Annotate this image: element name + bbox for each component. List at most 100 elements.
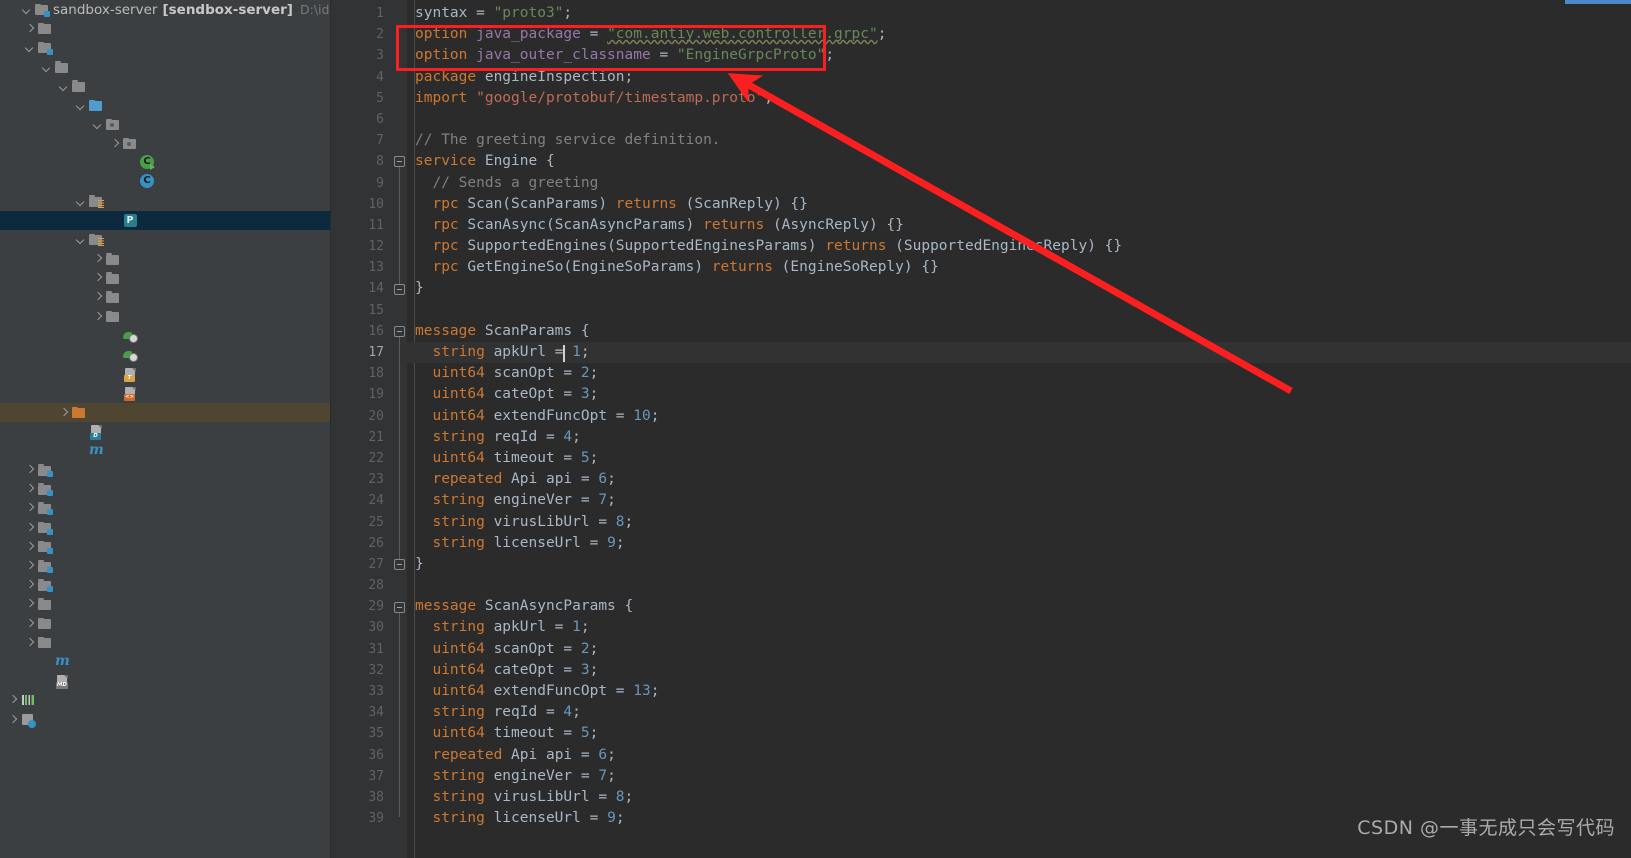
chevron-right-icon[interactable] <box>23 501 37 515</box>
tree-item-enginegrpc-proto[interactable] <box>0 211 330 231</box>
code-line-30[interactable]: string apkUrl = 1; <box>407 617 1631 638</box>
code-line-1[interactable]: syntax = "proto3"; <box>407 3 1631 24</box>
code-line-21[interactable]: string reqId = 4; <box>407 427 1631 448</box>
code-line-19[interactable]: uint64 cateOpt = 3; <box>407 384 1631 405</box>
code-line-2[interactable]: option java_package = "com.antiy.web.con… <box>407 24 1631 45</box>
chevron-down-icon[interactable] <box>40 60 54 74</box>
tree-item-banner-txt[interactable]: T <box>0 365 330 384</box>
tree-item-antiy-system[interactable] <box>0 576 330 595</box>
tree-item-mybatis[interactable] <box>0 307 330 326</box>
code-line-31[interactable]: uint64 scanOpt = 2; <box>407 639 1631 660</box>
tree-item-com-antiy[interactable] <box>0 115 330 134</box>
tree-item-antiy-framework[interactable] <box>0 480 330 499</box>
tree-item-antiy-admin[interactable] <box>0 38 330 57</box>
code-editor[interactable]: 1 2 3 4 5 6 7 8 9 10 11 12 13 14 15 16 17 18 19 20 21 22 23 24 2… <box>331 0 1631 858</box>
tree-item-meta-inf[interactable] <box>0 288 330 307</box>
tree-item-readme-md[interactable]: MD <box>0 672 330 691</box>
chevron-down-icon[interactable] <box>57 79 71 93</box>
tree-item-src[interactable] <box>0 58 330 77</box>
code-line-4[interactable]: package engineInspection; <box>407 67 1631 88</box>
tree-item-dockerfile[interactable]: D <box>0 422 330 441</box>
chevron-right-icon[interactable] <box>23 540 37 554</box>
tree-item-antiy-common[interactable] <box>0 461 330 480</box>
chevron-right-icon[interactable] <box>6 693 20 707</box>
tree-item-antiy-sandbox[interactable] <box>0 556 330 575</box>
chevron-right-icon[interactable] <box>91 271 105 285</box>
chevron-right-icon[interactable] <box>23 597 37 611</box>
code-line-37[interactable]: string engineVer = 7; <box>407 766 1631 787</box>
code-line-32[interactable]: uint64 cateOpt = 3; <box>407 660 1631 681</box>
code-line-14[interactable]: } <box>407 278 1631 299</box>
tree-items[interactable]: T <> D MD <box>0 19 330 729</box>
chevron-right-icon[interactable] <box>23 22 37 36</box>
chevron-right-icon[interactable] <box>23 521 37 535</box>
tree-item-pom-xml[interactable] <box>0 652 330 671</box>
code-folding-strip[interactable] <box>393 0 407 858</box>
tree-item-scratches-and-consoles[interactable] <box>0 710 330 729</box>
tree-item-sql[interactable] <box>0 633 330 652</box>
tree-item-antiy-monitor-admin[interactable] <box>0 537 330 556</box>
tree-item-logs[interactable] <box>0 614 330 633</box>
tree-item-bin[interactable] <box>0 595 330 614</box>
code-line-13[interactable]: rpc GetEngineSo(EngineSoParams) returns … <box>407 257 1631 278</box>
tree-item-conf[interactable] <box>0 249 330 268</box>
code-line-22[interactable]: uint64 timeout = 5; <box>407 448 1631 469</box>
code-text-area[interactable]: syntax = "proto3"; option java_package = … <box>407 0 1631 858</box>
chevron-right-icon[interactable] <box>23 578 37 592</box>
tree-item-external-libraries[interactable] <box>0 691 330 710</box>
tree-item-antiy-generator[interactable] <box>0 499 330 518</box>
code-line-20[interactable]: uint64 extendFuncOpt = 10; <box>407 406 1631 427</box>
code-line-5[interactable]: import "google/protobuf/timestamp.proto"… <box>407 88 1631 109</box>
fold-toggle-line-8[interactable] <box>394 156 405 168</box>
code-line-23[interactable]: repeated Api api = 6; <box>407 469 1631 490</box>
fold-toggle-line-16[interactable] <box>394 326 405 337</box>
tree-item-antiy-job-admin[interactable] <box>0 518 330 537</box>
code-line-15[interactable] <box>407 300 1631 321</box>
code-line-29[interactable]: message ScanAsyncParams { <box>407 596 1631 617</box>
code-line-10[interactable]: rpc Scan(ScanParams) returns (ScanReply)… <box>407 194 1631 215</box>
tree-item-java[interactable] <box>0 96 330 115</box>
chevron-right-icon[interactable] <box>23 463 37 477</box>
code-line-33[interactable]: uint64 extendFuncOpt = 13; <box>407 681 1631 702</box>
chevron-down-icon[interactable] <box>91 118 105 132</box>
code-line-8[interactable]: service Engine { <box>407 151 1631 172</box>
code-line-6[interactable] <box>407 109 1631 130</box>
code-line-35[interactable]: uint64 timeout = 5; <box>407 723 1631 744</box>
tree-item-antiyapplication[interactable] <box>0 154 330 173</box>
code-line-3[interactable]: option java_outer_classname = "EngineGrp… <box>407 45 1631 66</box>
tree-item-application-yml[interactable] <box>0 326 330 345</box>
chevron-right-icon[interactable] <box>6 713 20 727</box>
tree-item-resources[interactable] <box>0 230 330 249</box>
chevron-right-icon[interactable] <box>91 290 105 304</box>
tree-item-logback-xml[interactable]: <> <box>0 384 330 403</box>
code-line-9[interactable]: // Sends a greeting <box>407 173 1631 194</box>
chevron-right-icon[interactable] <box>57 406 71 420</box>
tree-item-i18n[interactable] <box>0 269 330 288</box>
chevron-right-icon[interactable] <box>23 617 37 631</box>
tree-item-web[interactable] <box>0 134 330 153</box>
code-line-18[interactable]: uint64 scanOpt = 2; <box>407 363 1631 384</box>
fold-toggle-line-29[interactable] <box>394 601 405 613</box>
scrollbar-top-marker[interactable] <box>1565 0 1631 4</box>
code-line-12[interactable]: rpc SupportedEngines(SupportedEnginesPar… <box>407 236 1631 257</box>
tree-item-idea[interactable] <box>0 19 330 38</box>
chevron-right-icon[interactable] <box>108 137 122 151</box>
chevron-right-icon[interactable] <box>23 636 37 650</box>
chevron-right-icon[interactable] <box>91 252 105 266</box>
code-line-39[interactable]: string licenseUrl = 9; <box>407 808 1631 829</box>
tree-item-main[interactable] <box>0 77 330 96</box>
code-line-27[interactable]: } <box>407 554 1631 575</box>
code-line-11[interactable]: rpc ScanAsync(ScanAsyncParams) returns (… <box>407 215 1631 236</box>
code-line-7[interactable]: // The greeting service definition. <box>407 130 1631 151</box>
code-line-16[interactable]: message ScanParams { <box>407 321 1631 342</box>
project-tree-panel[interactable]: sandbox-server [sendbox-server] D:\ideaS… <box>0 0 331 858</box>
code-line-28[interactable] <box>407 575 1631 596</box>
code-line-26[interactable]: string licenseUrl = 9; <box>407 533 1631 554</box>
code-line-24[interactable]: string engineVer = 7; <box>407 490 1631 511</box>
chevron-down-icon[interactable] <box>74 233 88 247</box>
tree-item-antiyservletinitializer[interactable] <box>0 173 330 192</box>
line-number-gutter[interactable]: 1 2 3 4 5 6 7 8 9 10 11 12 13 14 15 16 17 18 19 20 21 22 23 24 2… <box>331 0 393 858</box>
tree-item-target[interactable] <box>0 402 330 423</box>
tree-item-application-dev-yml[interactable] <box>0 345 330 364</box>
tree-item-pom-xml[interactable] <box>0 441 330 460</box>
